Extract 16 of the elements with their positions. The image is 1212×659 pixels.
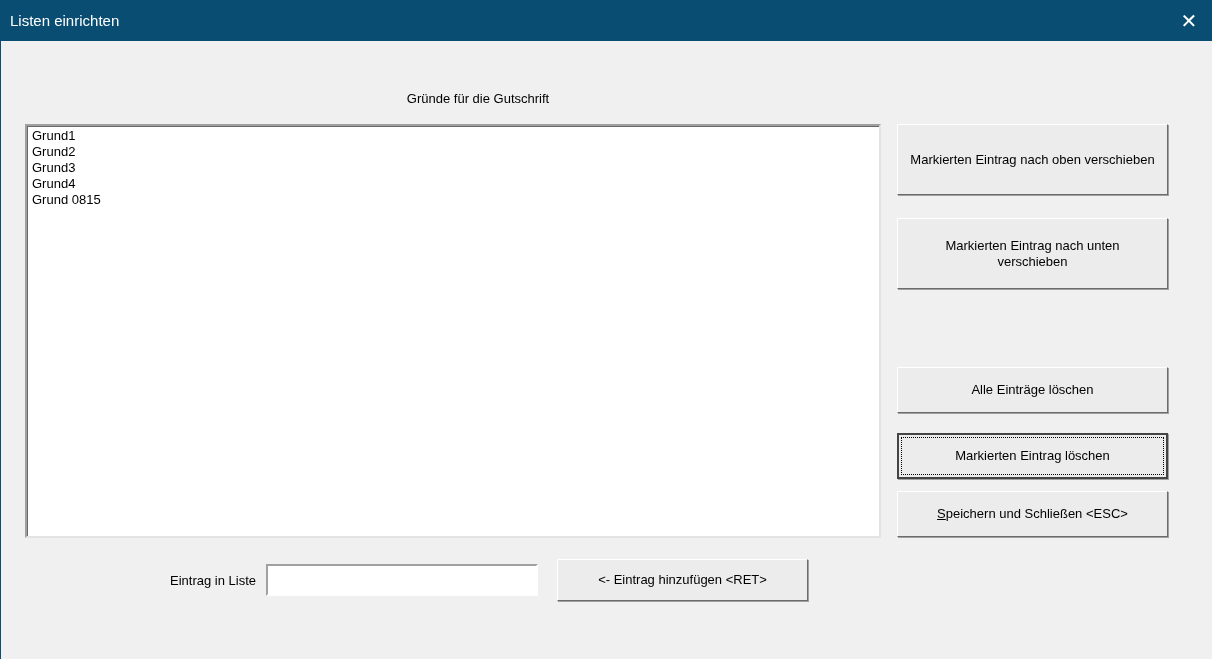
list-item[interactable]: Grund 0815 xyxy=(32,192,101,208)
entry-label: Eintrag in Liste xyxy=(170,572,256,588)
list-item[interactable]: Grund3 xyxy=(32,160,76,176)
action-button[interactable]: Markierten Eintrag löschen xyxy=(897,433,1168,479)
action-button[interactable]: Alle Einträge löschen xyxy=(897,367,1168,413)
entry-field[interactable] xyxy=(266,564,538,596)
list-item[interactable]: Grund4 xyxy=(32,176,76,192)
list-heading: Gründe für die Gutschrift xyxy=(406,91,550,108)
window-title: Listen einrichten xyxy=(10,12,120,29)
add-entry-button[interactable]: <- Eintrag hinzufügen <RET> xyxy=(557,559,808,601)
close-button[interactable]: ✕ xyxy=(1166,0,1212,41)
action-button[interactable]: Speichern und Schließen <ESC> xyxy=(897,491,1168,537)
list-item[interactable]: Grund2 xyxy=(32,144,76,160)
action-button[interactable]: Markierten Eintrag nach unten verschieben xyxy=(897,218,1168,289)
action-button[interactable]: Markierten Eintrag nach oben verschieben xyxy=(897,124,1168,195)
list-item[interactable]: Grund1 xyxy=(32,128,76,144)
